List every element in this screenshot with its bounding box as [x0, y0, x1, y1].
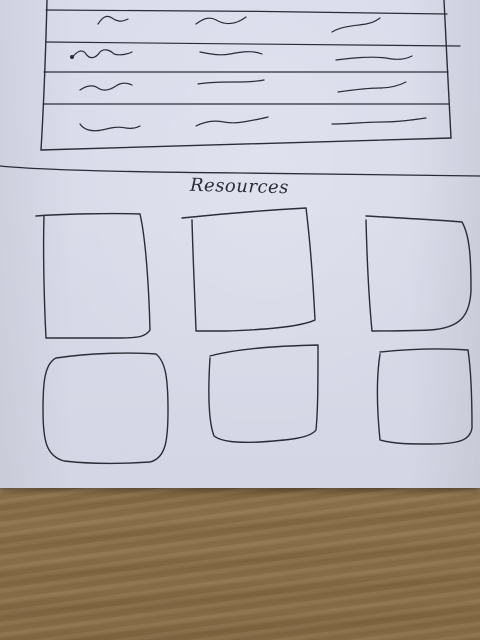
table-cell-scribble	[195, 16, 247, 25]
table-bottom-border	[40, 137, 452, 151]
table-row	[43, 71, 449, 93]
resource-card	[42, 352, 169, 465]
resource-card	[35, 212, 151, 339]
table-cell-scribble	[97, 15, 129, 25]
resource-card	[208, 344, 319, 444]
wireframe-sketch	[0, 0, 480, 465]
table-row	[42, 103, 450, 132]
table-row	[45, 9, 448, 33]
resource-card	[376, 348, 473, 445]
table-right-border	[443, 0, 452, 139]
table-cell-scribble	[335, 55, 413, 61]
table-cell-scribble	[195, 116, 269, 127]
table-left-border	[40, 0, 48, 151]
resource-card	[365, 215, 472, 332]
ink-dot	[70, 55, 74, 59]
table-row-divider	[45, 41, 461, 47]
table-row-divider	[45, 9, 448, 15]
resource-card	[181, 207, 316, 332]
table-cell-scribble	[331, 17, 381, 33]
resources-grid	[35, 207, 473, 465]
table-cell-scribble	[79, 82, 133, 91]
table-cell-scribble	[337, 81, 407, 93]
table-cell-scribble	[331, 117, 427, 125]
table-row	[45, 41, 461, 61]
table-cell-scribble	[197, 79, 265, 85]
resources-heading: Resources	[189, 174, 290, 199]
data-table	[40, 0, 461, 151]
table-cell-scribble	[199, 51, 263, 56]
section-divider	[0, 165, 480, 177]
table-cell-scribble	[71, 49, 133, 59]
table-cell-scribble	[79, 123, 141, 132]
